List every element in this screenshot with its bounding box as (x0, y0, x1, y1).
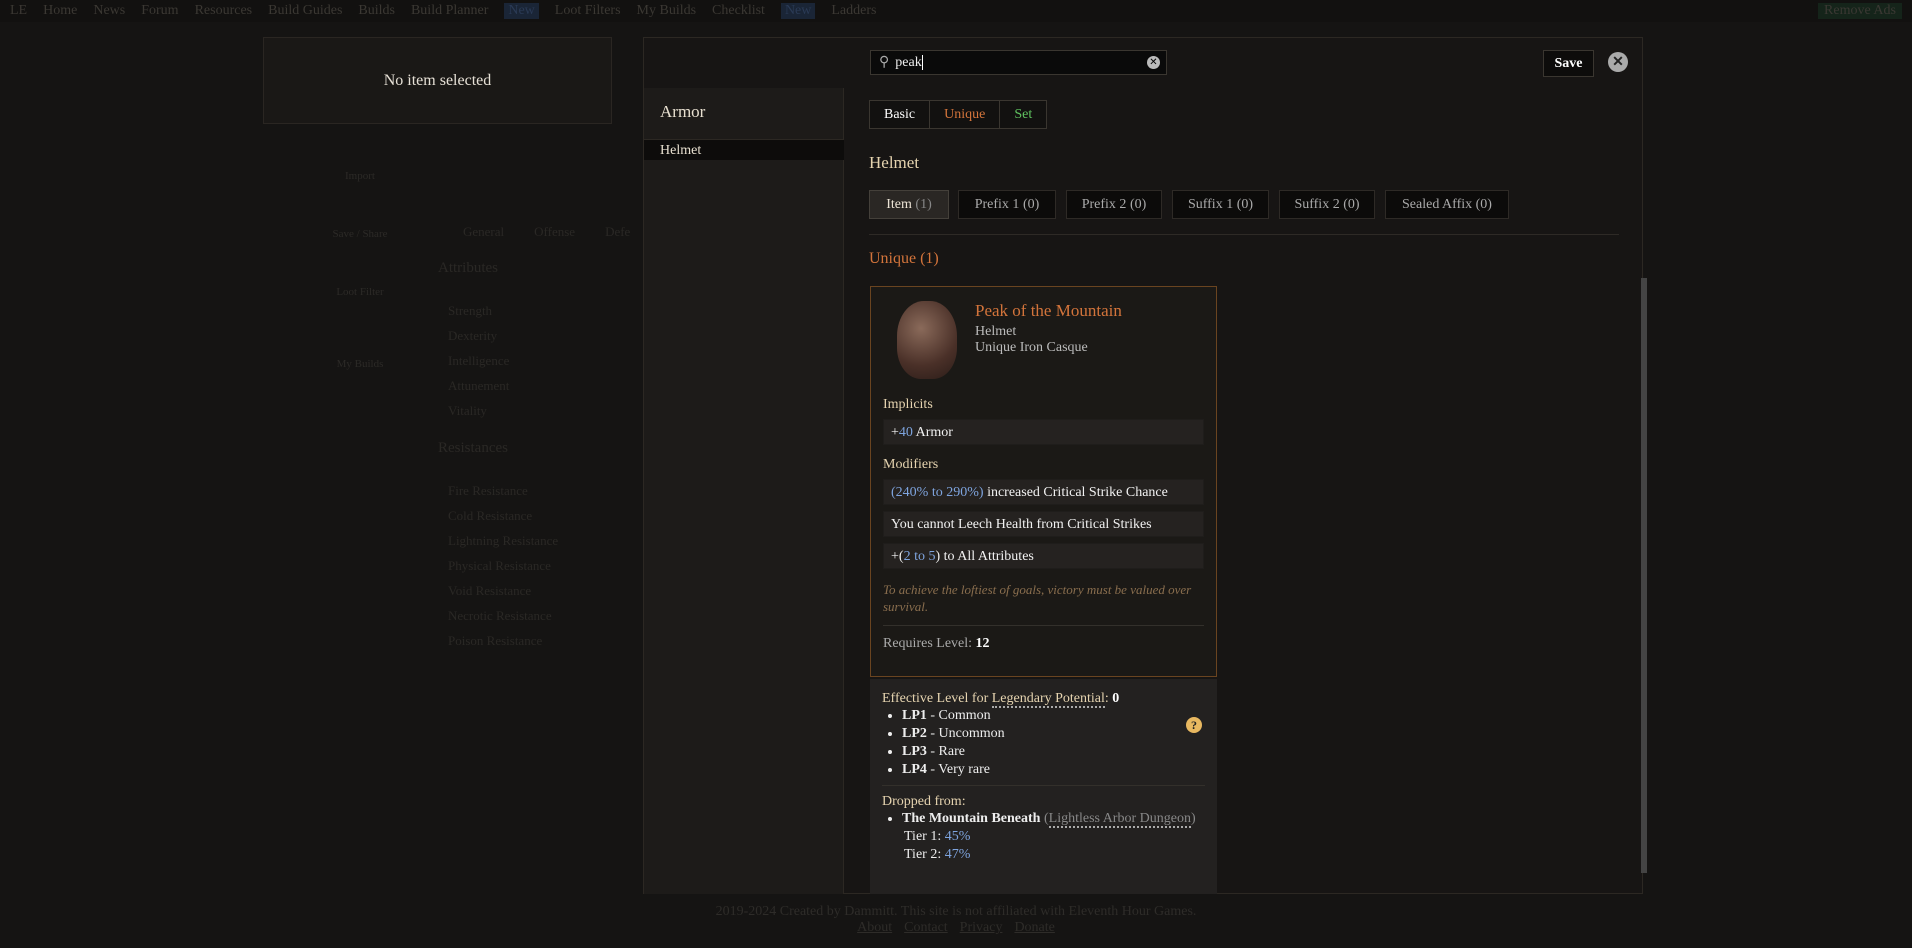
tab-item[interactable]: Item (1) (869, 190, 949, 219)
nav-home[interactable]: Home (43, 3, 77, 19)
nav-builds[interactable]: Builds (358, 3, 395, 19)
lp-item: LP4 - Very rare (902, 761, 1205, 779)
remove-ads-button[interactable]: Remove Ads (1818, 3, 1902, 19)
effective-level: Effective Level for Legendary Potential:… (882, 691, 1120, 708)
my-builds-tool[interactable]: My Builds (320, 358, 400, 370)
nav-news[interactable]: News (93, 3, 125, 19)
footer-about[interactable]: About (857, 920, 892, 935)
tab-set[interactable]: Set (1000, 101, 1047, 128)
modifiers-label: Modifiers (883, 457, 939, 472)
close-icon[interactable]: ✕ (1608, 52, 1628, 72)
item-type: Helmet (975, 324, 1017, 339)
item-name: Peak of the Mountain (975, 301, 1122, 320)
modifier-crit: (240% to 290%) increased Critical Strike… (883, 479, 1204, 505)
new-badge: New (780, 3, 816, 19)
category-armor: Armor (660, 102, 706, 121)
nav-build-guides[interactable]: Build Guides (268, 3, 342, 19)
helmet-icon (897, 301, 957, 379)
search-icon: ⚲ (879, 55, 890, 70)
footer-donate[interactable]: Donate (1014, 920, 1054, 935)
lp-item: LP1 - Common (902, 707, 1205, 725)
item-lore: To achieve the loftiest of goals, victor… (883, 581, 1204, 626)
nav-build-planner[interactable]: Build Planner (411, 3, 488, 19)
help-icon[interactable]: ? (1186, 717, 1202, 733)
dropped-from-label: Dropped from: (882, 794, 966, 809)
tab-suffix-2[interactable]: Suffix 2 (0) (1279, 190, 1375, 219)
source-location-link[interactable]: Lightless Arbor Dungeon (1048, 811, 1191, 828)
bg-attributes: Attributes (438, 260, 498, 276)
nav-forum[interactable]: Forum (141, 3, 178, 19)
item-card[interactable]: Peak of the Mountain Helmet Unique Iron … (870, 286, 1217, 677)
nav-resources[interactable]: Resources (195, 3, 253, 19)
nav-my-builds[interactable]: My Builds (637, 3, 697, 19)
requires-level: Requires Level: 12 (883, 636, 990, 651)
lp-item: LP2 - Uncommon (902, 725, 1205, 743)
nav-checklist[interactable]: Checklist (712, 3, 765, 19)
clear-search-icon[interactable]: ✕ (1147, 56, 1160, 69)
modifier-leech: You cannot Leech Health from Critical St… (883, 511, 1204, 537)
tab-sealed-affix[interactable]: Sealed Affix (0) (1385, 190, 1509, 219)
bg-attr-list: Strength Dexterity Intelligence Attunement V… (448, 303, 510, 418)
item-info: Effective Level for Legendary Potential:… (870, 679, 1217, 894)
sidebar-item-helmet[interactable]: Helmet (644, 139, 844, 160)
slot-title: Helmet (869, 153, 920, 172)
item-content: Basic Unique Set Helmet Item (1) Prefix … (869, 88, 1629, 894)
bg-tab-general[interactable]: General (463, 224, 504, 240)
bg-tab-offense[interactable]: Offense (534, 224, 575, 240)
bg-resistances: Resistances (438, 440, 508, 456)
logo[interactable]: LE (10, 3, 27, 19)
lp-list: LP1 - Common LP2 - Uncommon LP3 - Rare L… (882, 707, 1205, 779)
implicits-label: Implicits (883, 397, 933, 412)
loot-filter-tool[interactable]: Loot Filter (320, 286, 400, 298)
modifier-attributes: +(2 to 5) to All Attributes (883, 543, 1204, 569)
no-item-panel: No item selected (263, 37, 612, 124)
divider (869, 234, 1619, 235)
footer: 2019-2024 Created by Dammitt. This site … (715, 904, 1197, 935)
category-sidebar: Armor Helmet (644, 88, 844, 894)
new-badge: New (504, 3, 539, 19)
tab-prefix-1[interactable]: Prefix 1 (0) (958, 190, 1056, 219)
drop-source: The Mountain Beneath (Lightless Arbor Du… (902, 810, 1205, 828)
tab-suffix-1[interactable]: Suffix 1 (0) (1172, 190, 1269, 219)
rarity-tabs: Basic Unique Set (869, 100, 1048, 129)
bg-res-list: Fire Resistance Cold Resistance Lightning … (448, 483, 559, 648)
nav-loot-filters[interactable]: Loot Filters (555, 3, 621, 19)
save-button[interactable]: Save (1543, 50, 1594, 77)
top-nav: LE Home News Forum Resources Build Guide… (0, 0, 1912, 22)
lp-item: LP3 - Rare (902, 743, 1205, 761)
no-item-text: No item selected (383, 71, 492, 89)
tab-unique[interactable]: Unique (930, 101, 1001, 128)
implicit-armor: +40 Armor (883, 419, 1204, 445)
tier-1: Tier 1: 45% (904, 829, 971, 844)
nav-ladders[interactable]: Ladders (831, 3, 876, 19)
results-heading: Unique (1) (869, 250, 939, 267)
tab-prefix-2[interactable]: Prefix 2 (0) (1066, 190, 1162, 219)
tier-2: Tier 2: 47% (904, 847, 971, 862)
legendary-potential-link[interactable]: Legendary Potential (991, 691, 1105, 708)
tab-basic[interactable]: Basic (870, 101, 931, 128)
import-tool[interactable]: Import (320, 170, 400, 182)
footer-privacy[interactable]: Privacy (960, 920, 1003, 935)
search-input[interactable]: ⚲ peak ✕ (870, 50, 1167, 75)
footer-contact[interactable]: Contact (904, 920, 948, 935)
item-picker-modal: ⚲ peak ✕ Save ✕ Armor Helmet Basic Uniqu… (643, 37, 1647, 894)
scrollbar[interactable] (1641, 278, 1647, 873)
item-base: Unique Iron Casque (975, 340, 1088, 355)
share-tool[interactable]: Save / Share (320, 228, 400, 240)
bg-tab-defense[interactable]: Defe (605, 224, 630, 240)
